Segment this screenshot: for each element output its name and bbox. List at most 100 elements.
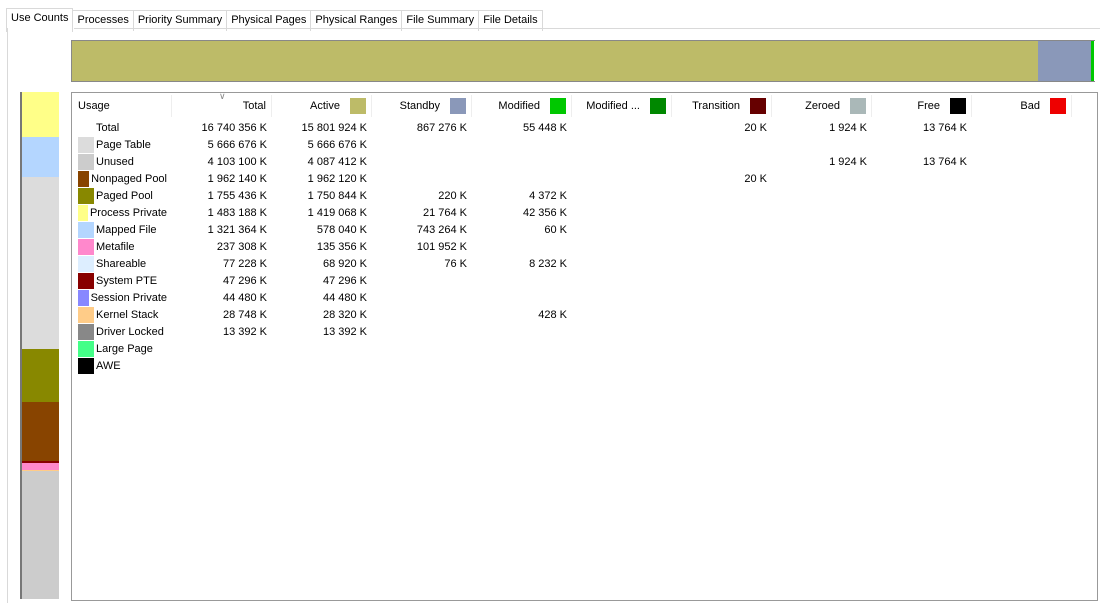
value-cell: 578 040 K (316, 223, 367, 236)
color-swatch (78, 170, 90, 187)
value-cell: 42 356 K (522, 206, 567, 219)
value-cell: 20 K (744, 172, 767, 185)
color-swatch (78, 136, 94, 153)
column-header-zeroed[interactable]: Zeroed (772, 95, 872, 117)
value-cell: 743 264 K (416, 223, 467, 236)
table-row[interactable]: AWE (72, 357, 1072, 374)
bar-segment-active (72, 41, 1038, 81)
column-label: Bad (1020, 100, 1040, 112)
value-cell: 1 750 844 K (307, 189, 367, 202)
color-swatch (78, 120, 94, 136)
value-cell: 55 448 K (522, 121, 567, 134)
usage-segment-page-table (22, 470, 59, 599)
usage-segment-paged-pool (22, 348, 59, 402)
usage-cell: Paged Pool (72, 187, 172, 204)
column-header-total[interactable]: ∨ Total (172, 91, 272, 117)
column-header-modified[interactable]: Modified ... (572, 95, 672, 117)
color-swatch (78, 187, 94, 204)
color-swatch (1050, 98, 1066, 114)
value-cell: 44 480 K (222, 291, 267, 304)
column-header-free[interactable]: Free (872, 95, 972, 117)
value-cell: 68 920 K (322, 257, 367, 270)
usage-cell: Total (72, 120, 172, 136)
color-swatch (78, 357, 94, 374)
value-cell: 1 483 188 K (207, 206, 267, 219)
table-row[interactable]: Session Private 44 480 K 44 480 K (72, 289, 1072, 306)
value-cell: 16 740 356 K (201, 121, 267, 134)
usage-label: Large Page (96, 342, 153, 355)
value-cell: 220 K (438, 189, 467, 202)
table-row[interactable]: Page Table 5 666 676 K 5 666 676 K (72, 136, 1072, 153)
usage-cell: Mapped File (72, 221, 172, 238)
value-cell: 237 308 K (216, 240, 267, 253)
column-label: Standby (399, 100, 440, 112)
value-cell: 8 232 K (529, 257, 567, 270)
usage-label: Metafile (96, 240, 135, 253)
table-row[interactable]: Metafile 237 308 K 135 356 K 101 952 K (72, 238, 1072, 255)
table-row[interactable]: Mapped File 1 321 364 K 578 040 K 743 264 K… (72, 221, 1072, 238)
table-row[interactable]: Driver Locked 13 392 K 13 392 K (72, 323, 1072, 340)
value-cell: 1 924 K (829, 155, 867, 168)
value-cell: 47 296 K (322, 274, 367, 287)
usage-cell: Nonpaged Pool (72, 170, 172, 187)
column-label: Usage (78, 100, 110, 112)
color-swatch (350, 98, 366, 114)
column-label: Modified (498, 100, 540, 112)
table-row[interactable]: Unused 4 103 100 K 4 087 412 K 1 924 K 13 76… (72, 153, 1072, 170)
usage-segment-nonpaged-pool (22, 401, 59, 462)
column-label: Total (242, 100, 266, 112)
table-row[interactable]: Large Page (72, 340, 1072, 357)
column-label: Active (310, 100, 340, 112)
value-cell: 44 480 K (322, 291, 367, 304)
value-cell: 15 801 924 K (301, 121, 367, 134)
usage-cell: Driver Locked (72, 323, 172, 340)
color-swatch (78, 272, 94, 289)
usage-cell: Session Private (72, 289, 172, 306)
value-cell: 135 356 K (316, 240, 367, 253)
value-cell: 13 764 K (922, 155, 967, 168)
usage-label: Kernel Stack (96, 308, 159, 321)
usage-label: Page Table (96, 138, 151, 151)
value-cell: 1 419 068 K (307, 206, 367, 219)
value-cell: 60 K (544, 223, 567, 236)
table-row[interactable]: Total 16 740 356 K 15 801 924 K 867 276 K 55… (72, 119, 1072, 136)
value-cell: 867 276 K (416, 121, 467, 134)
column-label: Zeroed (805, 100, 840, 112)
table-row[interactable]: System PTE 47 296 K 47 296 K (72, 272, 1072, 289)
table-row[interactable]: Paged Pool 1 755 436 K 1 750 844 K 220 K 4 3… (72, 187, 1072, 204)
usage-label: System PTE (96, 274, 158, 287)
value-cell: 76 K (444, 257, 467, 270)
table-row[interactable]: Kernel Stack 28 748 K 28 320 K 428 K (72, 306, 1072, 323)
column-header-standby[interactable]: Standby (372, 95, 472, 117)
column-header-usage[interactable]: Usage (72, 95, 172, 117)
value-cell: 1 962 120 K (307, 172, 367, 185)
usage-cell: Kernel Stack (72, 306, 172, 323)
value-cell: 1 755 436 K (207, 189, 267, 202)
value-cell: 20 K (744, 121, 767, 134)
column-header-bad[interactable]: Bad (972, 95, 1072, 117)
value-cell: 5 666 676 K (307, 138, 367, 151)
value-cell: 1 321 364 K (207, 223, 267, 236)
memory-state-bar (71, 40, 1095, 82)
usage-cell: Unused (72, 153, 172, 170)
table-row[interactable]: Process Private 1 483 188 K 1 419 068 K 21 … (72, 204, 1072, 221)
table-row[interactable]: Nonpaged Pool 1 962 140 K 1 962 120 K 20 K (72, 170, 1072, 187)
color-swatch (650, 98, 666, 114)
usage-label: Total (96, 121, 120, 134)
column-header-modified[interactable]: Modified (472, 95, 572, 117)
usage-label: Session Private (90, 291, 167, 304)
column-header-transition[interactable]: Transition (672, 95, 772, 117)
usage-label: Mapped File (96, 223, 157, 236)
value-cell: 101 952 K (416, 240, 467, 253)
color-swatch (450, 98, 466, 114)
value-cell: 13 392 K (222, 325, 267, 338)
usage-cell: Metafile (72, 238, 172, 255)
table-row[interactable]: Shareable 77 228 K 68 920 K 76 K 8 232 K (72, 255, 1072, 272)
column-label: Modified ... (586, 100, 640, 112)
color-swatch (750, 98, 766, 114)
usage-segment-metafile (22, 462, 59, 470)
value-cell: 428 K (538, 308, 567, 321)
column-header-active[interactable]: Active (272, 95, 372, 117)
bar-segment-standby (1037, 41, 1091, 81)
color-swatch (78, 204, 88, 221)
